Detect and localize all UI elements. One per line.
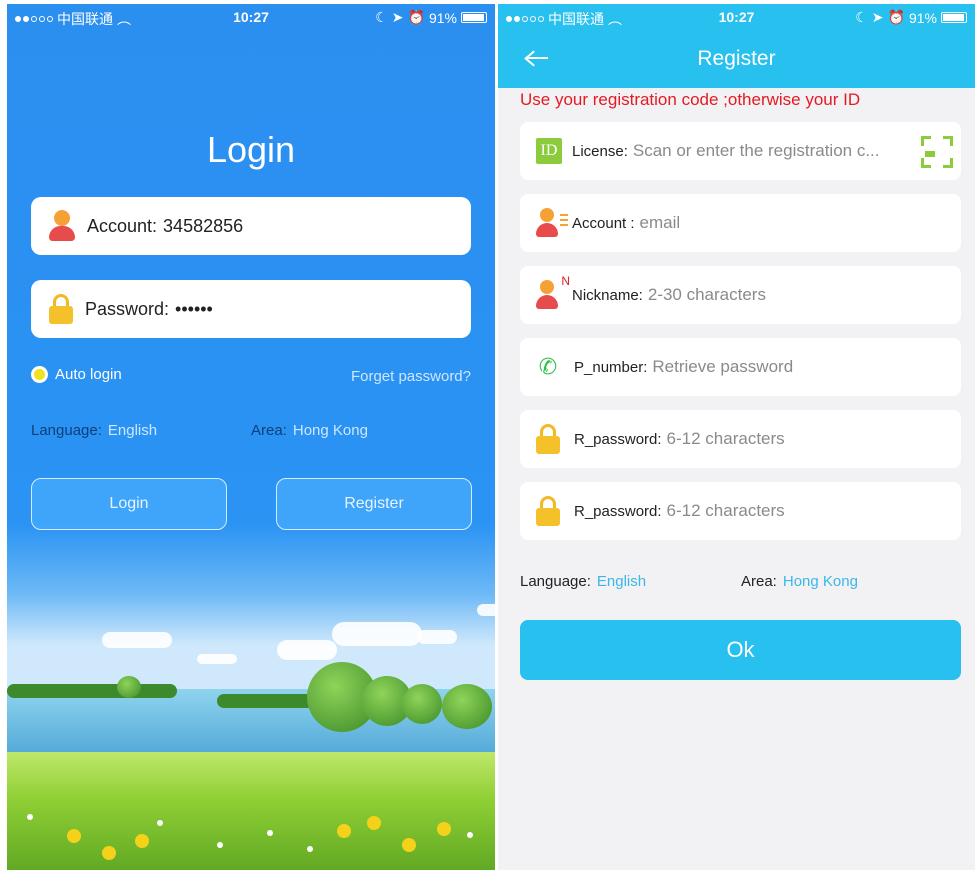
area-selector[interactable]: Area: Hong Kong — [741, 573, 858, 590]
page-title: Register — [697, 47, 776, 70]
forget-password-link[interactable]: Forget password? — [351, 368, 471, 385]
lock-icon — [49, 294, 73, 324]
status-bar: 中国联通 ︵ 10:27 ☾ ➤ ⏰ 91% — [7, 4, 495, 30]
scan-icon[interactable] — [921, 136, 953, 168]
battery-icon — [941, 12, 967, 23]
lock-icon — [536, 424, 560, 454]
page-title: Login — [206, 129, 296, 170]
battery-percent: 91% — [908, 9, 937, 26]
account-value: 34582856 — [163, 215, 244, 236]
lock-icon — [536, 496, 560, 526]
register-screen: 中国联通 ︵ 10:27 ☾ ➤ ⏰ 91% Register Use your… — [498, 4, 975, 870]
battery-percent: 91% — [428, 9, 457, 26]
language-selector[interactable]: Language: English — [520, 573, 646, 590]
location-icon: ➤ — [871, 9, 884, 25]
license-label: License: — [572, 142, 628, 160]
status-bar: 中国联通 ︵ 10:27 ☾ ➤ ⏰ 91% — [498, 4, 975, 30]
area-value[interactable]: Hong Kong — [783, 573, 858, 590]
license-field[interactable]: ID License: Scan or enter the registrati… — [520, 122, 961, 180]
auto-login-toggle[interactable]: Auto login — [31, 366, 122, 383]
phone-label: P_number: — [574, 358, 648, 376]
account-icon — [49, 210, 75, 242]
account-label: Account : — [572, 214, 635, 232]
confirm-password-placeholder: 6-12 characters — [666, 501, 785, 520]
area-selector[interactable]: Area: Hong Kong — [251, 422, 368, 439]
register-button[interactable]: Register — [276, 478, 472, 530]
account-icon — [536, 208, 568, 238]
license-placeholder: Scan or enter the registration c... — [632, 141, 880, 160]
moon-icon: ☾ — [375, 9, 388, 25]
alarm-icon: ⏰ — [407, 9, 425, 25]
password-field[interactable]: R_password: 6-12 characters — [520, 410, 961, 468]
nickname-placeholder: 2-30 characters — [647, 285, 766, 304]
battery-icon — [461, 12, 487, 23]
phone-placeholder: Retrieve password — [652, 357, 794, 376]
nickname-field[interactable]: N Nickname: 2-30 characters — [520, 266, 961, 324]
password-value: •••••• — [175, 298, 213, 319]
language-key: Language: — [31, 422, 102, 439]
language-key: Language: — [520, 573, 591, 590]
login-screen: 中国联通 ︵ 10:27 ☾ ➤ ⏰ 91% Login Account: 34… — [7, 4, 495, 870]
password-label: R_password: — [574, 430, 662, 448]
phone-number-field[interactable]: ✆ P_number: Retrieve password — [520, 338, 961, 396]
password-placeholder: 6-12 characters — [666, 429, 785, 448]
password-field[interactable]: Password: •••••• — [31, 280, 471, 338]
language-value[interactable]: English — [597, 573, 646, 590]
header-bar: 中国联通 ︵ 10:27 ☾ ➤ ⏰ 91% Register — [498, 4, 975, 88]
confirm-password-label: R_password: — [574, 502, 662, 520]
language-selector[interactable]: Language: English — [31, 422, 157, 439]
ok-button[interactable]: Ok — [520, 620, 961, 680]
language-value[interactable]: English — [108, 422, 157, 439]
nickname-label: Nickname: — [572, 286, 643, 304]
area-key: Area: — [741, 573, 777, 590]
radio-icon[interactable] — [31, 366, 48, 383]
password-label: Password: — [85, 298, 170, 319]
auto-login-label: Auto login — [55, 366, 122, 383]
area-key: Area: — [251, 422, 287, 439]
login-button[interactable]: Login — [31, 478, 227, 530]
alarm-icon: ⏰ — [887, 9, 905, 25]
registration-notice: Use your registration code ;otherwise yo… — [520, 90, 861, 109]
landscape-background — [7, 584, 495, 870]
account-field[interactable]: Account: 34582856 — [31, 197, 471, 255]
phone-icon: ✆ — [538, 354, 558, 379]
account-email-field[interactable]: Account : email — [520, 194, 961, 252]
area-value[interactable]: Hong Kong — [293, 422, 368, 439]
moon-icon: ☾ — [855, 9, 868, 25]
id-icon: ID — [536, 138, 562, 164]
account-label: Account: — [87, 215, 158, 236]
confirm-password-field[interactable]: R_password: 6-12 characters — [520, 482, 961, 540]
nickname-icon: N — [536, 274, 570, 310]
location-icon: ➤ — [391, 9, 404, 25]
account-placeholder: email — [639, 213, 681, 232]
